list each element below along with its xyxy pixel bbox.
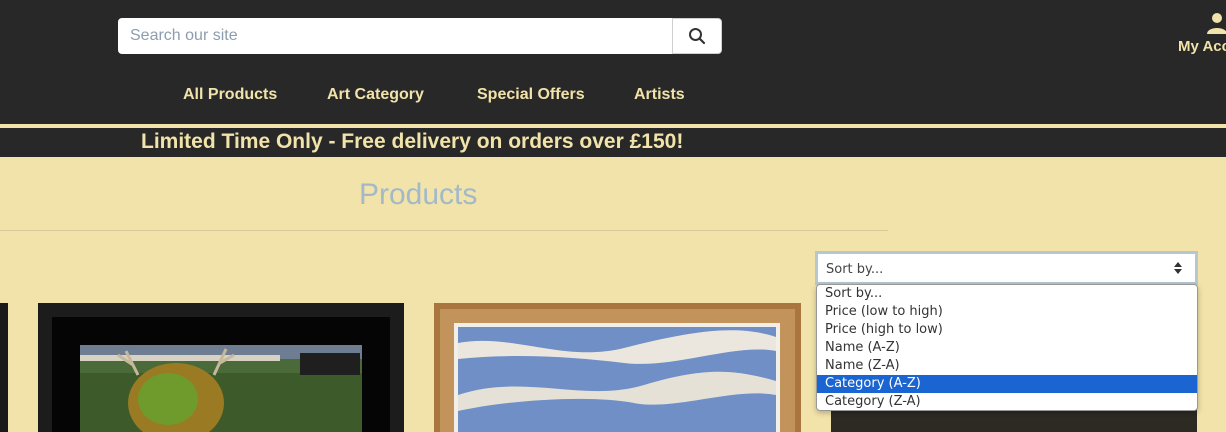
product-card-image-1[interactable] — [38, 303, 404, 432]
search-bar — [118, 18, 722, 54]
search-input[interactable] — [118, 18, 672, 54]
sort-arrows-icon — [1174, 262, 1182, 274]
sort-option[interactable]: Price (low to high) — [817, 303, 1197, 321]
sort-option[interactable]: Sort by... — [817, 285, 1197, 303]
sort-selected-value: Sort by... — [826, 262, 884, 277]
sort-option-highlighted[interactable]: Category (A-Z) — [817, 375, 1197, 393]
page-title: Products — [359, 178, 478, 211]
site-header: My Account All Products Art Category Spe… — [0, 0, 1226, 124]
artwork-image-2 — [434, 303, 801, 432]
title-divider — [0, 230, 888, 231]
sort-option[interactable]: Name (Z-A) — [817, 357, 1197, 375]
promo-banner: Limited Time Only - Free delivery on ord… — [0, 128, 1226, 157]
sort-dropdown-menu: Sort by... Price (low to high) Price (hi… — [816, 284, 1198, 411]
promo-text: Limited Time Only - Free delivery on ord… — [141, 130, 684, 153]
product-card-image-partial[interactable] — [0, 303, 8, 432]
sort-option[interactable]: Category (Z-A) — [817, 393, 1197, 410]
search-button[interactable] — [672, 18, 722, 54]
sort-select[interactable]: Sort by... — [815, 251, 1198, 285]
sort-option[interactable]: Name (A-Z) — [817, 339, 1197, 357]
nav-artists[interactable]: Artists — [634, 86, 685, 104]
search-icon — [689, 28, 706, 45]
my-account-label: My Account — [1178, 38, 1226, 55]
user-icon — [1207, 13, 1226, 34]
product-card-image-2[interactable] — [434, 303, 801, 432]
nav-special-offers[interactable]: Special Offers — [477, 86, 585, 104]
sort-option[interactable]: Price (high to low) — [817, 321, 1197, 339]
artwork-image-1 — [38, 303, 404, 432]
product-card-image-3[interactable] — [831, 409, 1197, 432]
my-account-link[interactable]: My Account — [1178, 12, 1226, 62]
nav-art-category[interactable]: Art Category — [327, 86, 424, 104]
nav-all-products[interactable]: All Products — [183, 86, 277, 104]
